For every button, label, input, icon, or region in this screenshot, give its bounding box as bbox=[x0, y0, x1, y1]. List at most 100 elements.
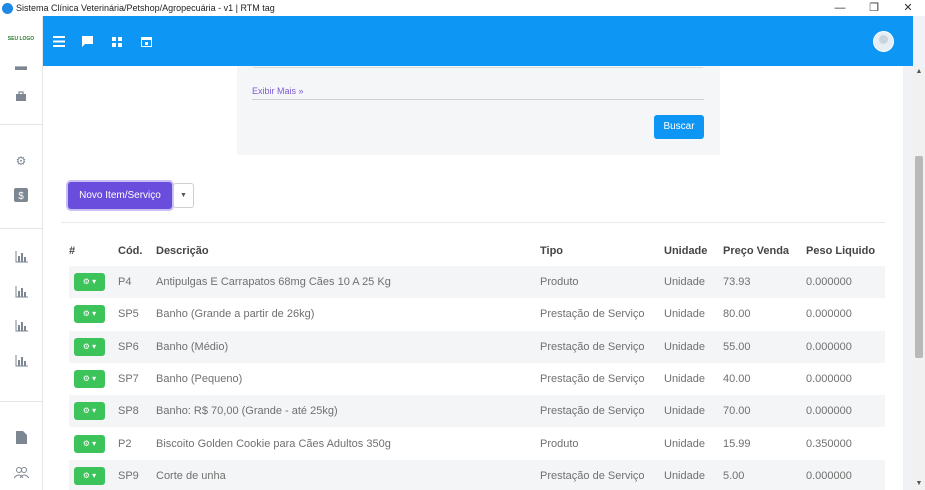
row-actions-button[interactable]: ⚙ ▾ bbox=[74, 337, 105, 356]
col-header-description[interactable]: Descrição bbox=[156, 236, 540, 266]
cell-unit: Unidade bbox=[664, 308, 705, 321]
filter-panel: Exibir Mais » Buscar bbox=[237, 66, 720, 155]
cell-unit: Unidade bbox=[664, 266, 723, 299]
table-row[interactable]: ⚙ ▾ SP8 Banho: R$ 70,00 (Grande - até 25… bbox=[69, 395, 885, 428]
cell-code: P4 bbox=[118, 266, 156, 299]
section-divider bbox=[61, 222, 885, 223]
window-title: Sistema Clínica Veterinária/Petshop/Agro… bbox=[16, 3, 275, 13]
gear-icon[interactable]: ⚙ bbox=[13, 153, 29, 169]
bar-chart-icon[interactable] bbox=[13, 286, 29, 302]
sidebar-divider bbox=[0, 401, 43, 402]
cell-price: 15.99 bbox=[723, 437, 751, 450]
cell-description: Corte de unha bbox=[156, 459, 540, 490]
new-item-dropdown-button[interactable]: ▼ bbox=[173, 183, 194, 208]
users-icon[interactable] bbox=[13, 467, 29, 483]
table-row[interactable]: ⚙ ▾ P2 Biscoito Golden Cookie para Cães … bbox=[69, 427, 885, 459]
cell-weight: 0.350000 bbox=[806, 437, 852, 450]
app-icon bbox=[2, 2, 13, 14]
cell-unit: Unidade bbox=[664, 395, 723, 428]
cell-type: Prestação de Serviço bbox=[540, 308, 645, 321]
sidebar-divider bbox=[0, 124, 43, 125]
cell-description: Banho: R$ 70,00 (Grande - até 25kg) bbox=[156, 395, 540, 428]
cell-code: SP9 bbox=[118, 459, 156, 490]
items-table: # Cód. Descrição Tipo Unidade Preço Vend… bbox=[69, 236, 885, 490]
document-icon[interactable] bbox=[13, 431, 29, 447]
row-actions-button[interactable]: ⚙ ▾ bbox=[74, 402, 105, 421]
inbox-icon[interactable]: ▬ bbox=[13, 58, 29, 74]
new-item-button[interactable]: Novo Item/Serviço bbox=[68, 182, 172, 209]
cell-price: 55.00 bbox=[723, 330, 806, 363]
cell-code: SP5 bbox=[118, 308, 139, 321]
cell-price: 80.00 bbox=[723, 308, 751, 321]
menu-icon[interactable] bbox=[53, 34, 65, 47]
cell-unit: Unidade bbox=[664, 459, 723, 490]
filter-divider bbox=[252, 99, 704, 100]
bar-chart-icon[interactable] bbox=[13, 355, 29, 371]
scroll-down-arrow[interactable]: ▼ bbox=[913, 478, 925, 490]
cell-description: Biscoito Golden Cookie para Cães Adultos… bbox=[156, 437, 391, 450]
cell-description: Antipulgas E Carrapatos 68mg Cães 10 A 2… bbox=[156, 266, 540, 299]
col-header-type[interactable]: Tipo bbox=[540, 236, 664, 266]
table-row[interactable]: ⚙ ▾ P4 Antipulgas E Carrapatos 68mg Cães… bbox=[69, 266, 885, 299]
cell-unit: Unidade bbox=[664, 437, 705, 450]
bar-chart-icon[interactable] bbox=[13, 251, 29, 267]
bag-icon[interactable] bbox=[13, 90, 29, 106]
col-header-index[interactable]: # bbox=[69, 236, 118, 266]
window-controls: — ❐ ✕ bbox=[823, 0, 925, 16]
cell-type: Prestação de Serviço bbox=[540, 459, 664, 490]
cell-price: 40.00 bbox=[723, 373, 751, 386]
minimize-button[interactable]: — bbox=[823, 0, 857, 16]
bar-chart-icon[interactable] bbox=[13, 320, 29, 336]
cell-type: Prestação de Serviço bbox=[540, 395, 664, 428]
show-more-link[interactable]: Exibir Mais » bbox=[252, 86, 304, 96]
window-titlebar: Sistema Clínica Veterinária/Petshop/Agro… bbox=[0, 0, 925, 16]
cell-weight: 0.000000 bbox=[806, 308, 852, 321]
grid-icon[interactable] bbox=[112, 34, 124, 47]
filter-field-line bbox=[253, 66, 703, 68]
cell-weight: 0.000000 bbox=[806, 395, 885, 428]
search-button[interactable]: Buscar bbox=[654, 115, 704, 139]
cell-unit: Unidade bbox=[664, 373, 705, 386]
vertical-scrollbar[interactable]: ▲ ▼ bbox=[913, 66, 925, 490]
col-header-price[interactable]: Preço Venda bbox=[723, 236, 806, 266]
chat-icon[interactable] bbox=[82, 34, 94, 47]
scroll-thumb[interactable] bbox=[915, 156, 923, 358]
table-row[interactable]: ⚙ ▾ SP9 Corte de unha Prestação de Servi… bbox=[69, 459, 885, 490]
top-navbar bbox=[43, 16, 913, 66]
row-actions-button[interactable]: ⚙ ▾ bbox=[74, 466, 105, 485]
cell-description: Banho (Pequeno) bbox=[156, 373, 243, 386]
cell-code: SP8 bbox=[118, 395, 156, 428]
col-header-code[interactable]: Cód. bbox=[118, 236, 156, 266]
cell-code: SP6 bbox=[118, 330, 156, 363]
cell-description: Banho (Médio) bbox=[156, 330, 540, 363]
company-logo[interactable]: SEU LOGO bbox=[6, 36, 36, 46]
dollar-icon[interactable]: $ bbox=[13, 188, 29, 204]
cell-type: Produto bbox=[540, 437, 579, 450]
row-actions-button[interactable]: ⚙ ▾ bbox=[74, 273, 105, 292]
cell-weight: 0.000000 bbox=[806, 330, 885, 363]
scroll-up-arrow[interactable]: ▲ bbox=[913, 66, 925, 78]
cell-code: SP7 bbox=[118, 373, 139, 386]
table-row[interactable]: ⚙ ▾ SP6 Banho (Médio) Prestação de Servi… bbox=[69, 330, 885, 363]
table-row[interactable]: ⚙ ▾ SP7 Banho (Pequeno) Prestação de Ser… bbox=[69, 363, 885, 395]
cell-description: Banho (Grande a partir de 26kg) bbox=[156, 308, 315, 321]
main-content: Exibir Mais » Buscar Novo Item/Serviço ▼… bbox=[43, 66, 903, 490]
col-header-unit[interactable]: Unidade bbox=[664, 236, 723, 266]
user-avatar[interactable] bbox=[873, 31, 894, 52]
close-button[interactable]: ✕ bbox=[891, 0, 925, 16]
col-header-weight[interactable]: Peso Liquido bbox=[806, 236, 885, 266]
row-actions-button[interactable]: ⚙ ▾ bbox=[74, 305, 105, 324]
cell-weight: 0.000000 bbox=[806, 459, 885, 490]
calendar-icon[interactable] bbox=[141, 34, 153, 47]
row-actions-button[interactable]: ⚙ ▾ bbox=[74, 370, 105, 389]
table-header-row: # Cód. Descrição Tipo Unidade Preço Vend… bbox=[69, 236, 885, 266]
svg-text:$: $ bbox=[18, 191, 24, 202]
cell-code: P2 bbox=[118, 437, 132, 450]
restore-button[interactable]: ❐ bbox=[857, 0, 891, 16]
table-row[interactable]: ⚙ ▾ SP5 Banho (Grande a partir de 26kg) … bbox=[69, 298, 885, 330]
row-actions-button[interactable]: ⚙ ▾ bbox=[74, 434, 105, 453]
cell-unit: Unidade bbox=[664, 330, 723, 363]
cell-weight: 0.000000 bbox=[806, 266, 885, 299]
cell-type: Prestação de Serviço bbox=[540, 330, 664, 363]
cell-price: 70.00 bbox=[723, 395, 806, 428]
